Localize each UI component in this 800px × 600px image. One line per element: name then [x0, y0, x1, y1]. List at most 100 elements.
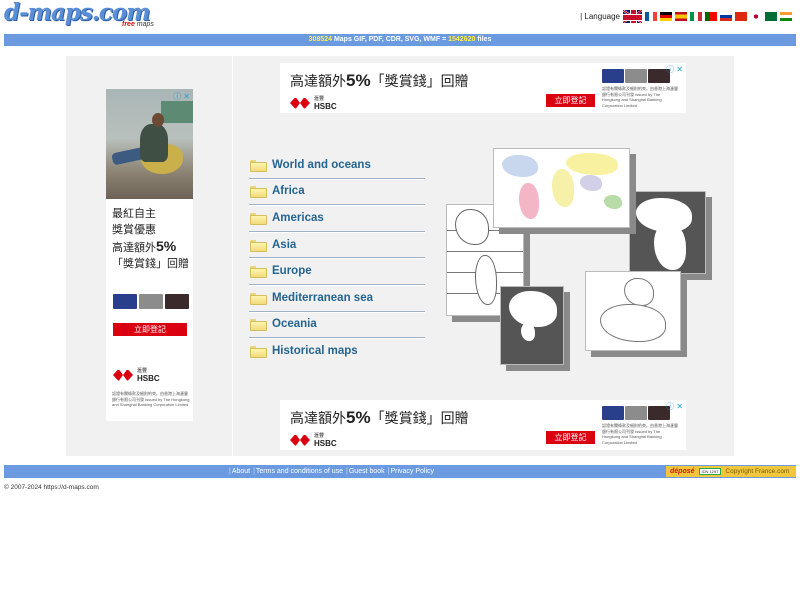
menu-item-label[interactable]: Oceania: [272, 318, 317, 330]
map-landmass: [654, 222, 686, 270]
ad-register-button[interactable]: 立即登記: [546, 431, 595, 444]
map-landmass: [475, 255, 497, 305]
asia-map-thumbnail: [500, 286, 564, 365]
menu-item-label[interactable]: Asia: [272, 239, 296, 251]
flag-russia-icon[interactable]: [720, 12, 732, 21]
banner-ad-bottom[interactable]: 高達額外5%「獎賞錢」回贈 滙豐 HSBC 立即登記 認證有關條款及細則約束。由香…: [280, 400, 686, 450]
flag-france-icon[interactable]: [645, 12, 657, 21]
flag-saudi-arabia-icon[interactable]: [765, 12, 777, 21]
menu-item-africa[interactable]: Africa: [249, 179, 425, 206]
logo-tagline: free maps: [122, 21, 154, 28]
flag-spain-icon[interactable]: [675, 12, 687, 21]
terms-link[interactable]: Terms and conditions of use: [256, 468, 343, 475]
flag-china-icon[interactable]: [735, 12, 747, 21]
flag-germany-icon[interactable]: [660, 12, 672, 21]
ad-photo-window: [161, 101, 193, 123]
stats-text: Maps GIF, PDF, CDR, SVG, WMF =: [332, 36, 449, 43]
menu-item-europe[interactable]: Europe: [249, 258, 425, 285]
folder-icon: [250, 292, 267, 305]
ad-photo: [106, 89, 193, 199]
hsbc-logo-icon: [290, 434, 310, 446]
ad-headline: 高達額外5%「獎賞錢」回贈: [290, 71, 469, 90]
folder-icon: [250, 346, 267, 359]
map-landmass: [580, 175, 602, 191]
menu-item-americas[interactable]: Americas: [249, 205, 425, 232]
column-divider: [232, 56, 233, 456]
deposit-org: Copyright France.com: [725, 468, 790, 475]
flag-uk-icon[interactable]: [623, 10, 642, 23]
map-landmass: [566, 153, 618, 175]
hsbc-brand: 滙豐 HSBC: [290, 432, 337, 448]
hsbc-logo-icon: [113, 369, 133, 381]
ad-photo-head: [152, 113, 164, 127]
menu-item-label[interactable]: Africa: [272, 185, 305, 197]
ad-info-close-icon[interactable]: ⓘ ✕: [666, 401, 683, 412]
flag-portugal-icon[interactable]: [705, 12, 717, 21]
credit-card-image: [165, 294, 189, 309]
hsbc-name: 滙豐 HSBC: [314, 96, 337, 111]
ad-headline: 高達額外5%「獎賞錢」回贈: [290, 408, 469, 427]
ad-card-images: [113, 294, 189, 309]
ad-fine-print: 認證有關條款及細則約束。由香港上海滙豐銀行有限公司刊發 Issued by Th…: [112, 391, 190, 407]
credit-card-image: [625, 406, 647, 420]
region-menu: World and oceans Africa Americas Asia Eu…: [249, 152, 425, 365]
map-landmass: [509, 291, 557, 327]
menu-item-label[interactable]: World and oceans: [272, 159, 371, 171]
credit-card-image: [139, 294, 163, 309]
menu-item-label[interactable]: Americas: [272, 212, 324, 224]
flag-japan-icon[interactable]: [750, 12, 762, 21]
copyright-france-badge[interactable]: déposé IDN 1297 Copyright France.com: [666, 466, 796, 477]
guest-book-link[interactable]: Guest book: [349, 468, 385, 475]
separator: |: [229, 468, 231, 475]
europe-map-thumbnail: [585, 271, 681, 351]
hsbc-brand: 滙豐 HSBC: [113, 367, 160, 383]
about-link[interactable]: About: [232, 468, 250, 475]
map-landmass: [624, 278, 654, 306]
ad-photo-person: [140, 124, 168, 162]
menu-item-label[interactable]: Europe: [272, 265, 312, 277]
map-landmass: [519, 183, 539, 219]
folder-icon: [250, 266, 267, 279]
maps-count: 308524: [308, 36, 333, 43]
maps-collage: [444, 146, 714, 376]
menu-item-historical-maps[interactable]: Historical maps: [249, 338, 425, 365]
menu-item-label[interactable]: Mediterranean sea: [272, 292, 373, 304]
vertical-ad[interactable]: ⓘ ✕ 最紅自主 獎賞優惠 高達額外5% 「獎賞錢」回贈 立即登記 滙豐 HSBC…: [106, 89, 193, 421]
menu-item-asia[interactable]: Asia: [249, 232, 425, 259]
map-landmass: [600, 304, 666, 342]
stats-bar: 308524 Maps GIF, PDF, CDR, SVG, WMF = 15…: [4, 34, 796, 46]
credit-card-image: [625, 69, 647, 83]
menu-item-label[interactable]: Historical maps: [272, 345, 358, 357]
files-count: 1542620: [448, 36, 476, 43]
africa-map-thumbnail: [629, 191, 706, 274]
header: d-maps.com free maps | Language: [0, 0, 800, 34]
hsbc-name: 滙豐 HSBC: [314, 433, 337, 448]
flag-italy-icon[interactable]: [690, 12, 702, 21]
ad-register-button[interactable]: 立即登記: [546, 94, 595, 107]
hsbc-name: 滙豐 HSBC: [137, 368, 160, 383]
privacy-policy-link[interactable]: Privacy Policy: [390, 468, 434, 475]
footer-bar: |About |Terms and conditions of use |Gue…: [4, 465, 796, 478]
folder-icon: [250, 212, 267, 225]
map-landmass: [502, 155, 538, 177]
map-landmass: [455, 209, 489, 245]
ad-info-close-icon[interactable]: ⓘ ✕: [666, 64, 683, 75]
banner-ad-top[interactable]: 高達額外5%「獎賞錢」回贈 滙豐 HSBC 立即登記 認證有關條款及細則約束。由香…: [280, 63, 686, 113]
ad-text: 最紅自主 獎賞優惠 高達額外5% 「獎賞錢」回贈: [112, 206, 189, 272]
site-logo[interactable]: d-maps.com free maps: [4, 0, 154, 30]
left-column: ⓘ ✕ 最紅自主 獎賞優惠 高達額外5% 「獎賞錢」回贈 立即登記 滙豐 HSBC…: [66, 56, 230, 456]
menu-item-world-and-oceans[interactable]: World and oceans: [249, 152, 425, 179]
map-landmass: [521, 323, 535, 341]
ad-register-button[interactable]: 立即登記: [113, 323, 187, 336]
copyright-text: © 2007-2024 https://d-maps.com: [4, 484, 99, 491]
ad-info-close-icon[interactable]: ⓘ ✕: [173, 91, 190, 102]
footer-links: |About |Terms and conditions of use |Gue…: [228, 465, 434, 478]
flag-india-icon[interactable]: [780, 12, 792, 21]
ad-card-images: [602, 406, 670, 420]
menu-item-mediterranean-sea[interactable]: Mediterranean sea: [249, 285, 425, 312]
ad-fine-print: 認證有關條款及細則約束。由香港上海滙豐銀行有限公司刊發 Issued by Th…: [602, 86, 678, 108]
stats-text-end: files: [475, 36, 492, 43]
credit-card-image: [602, 406, 624, 420]
menu-item-oceania[interactable]: Oceania: [249, 312, 425, 339]
map-landmass: [552, 169, 574, 207]
